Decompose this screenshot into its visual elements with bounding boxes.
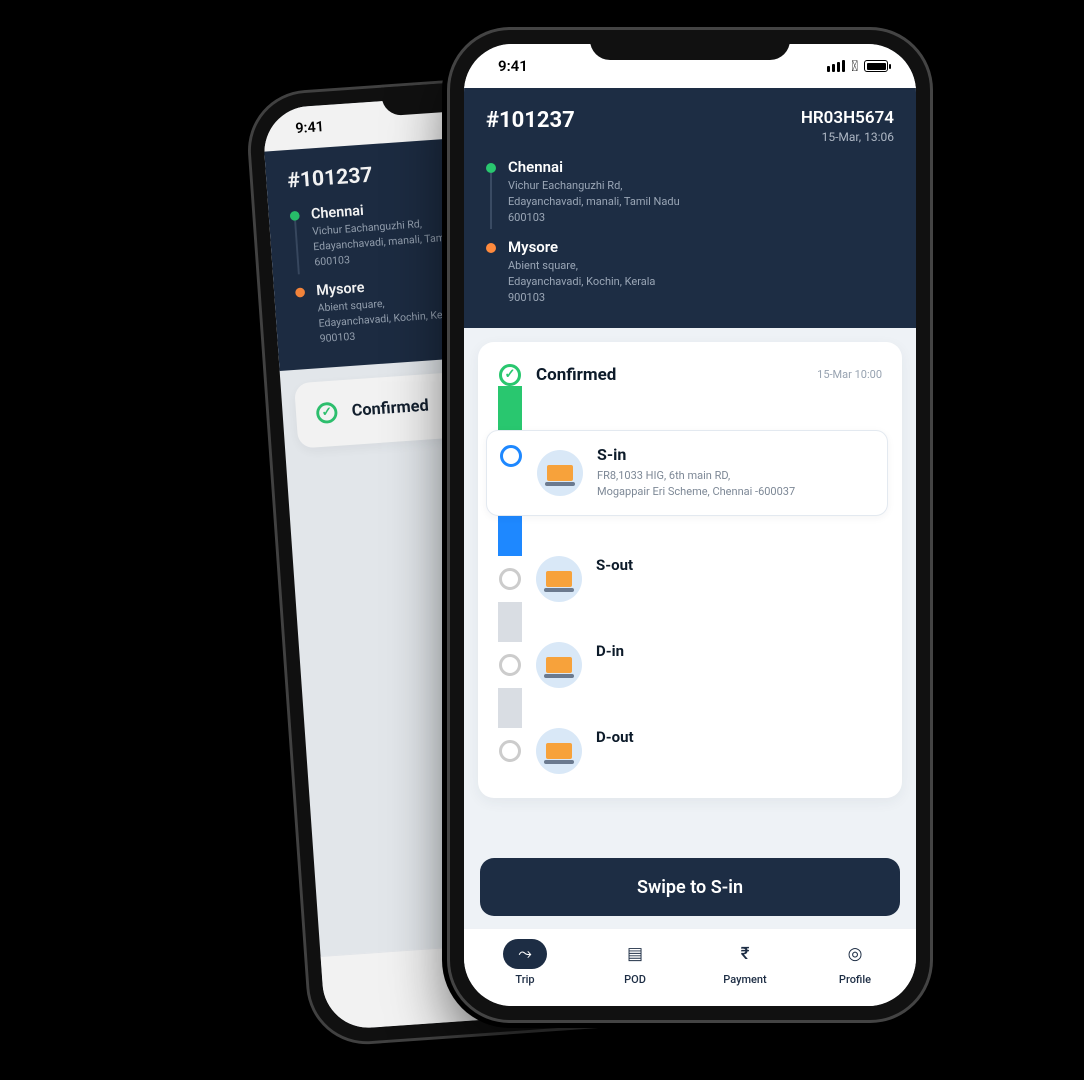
phone-notch	[590, 30, 790, 60]
origin-city: Chennai	[508, 158, 680, 176]
swipe-button[interactable]: Swipe to S-in	[480, 858, 900, 916]
origin-dot-icon	[486, 163, 496, 173]
rail-line	[498, 602, 522, 642]
rail-line	[498, 386, 522, 430]
vehicle-number: HR03H5674	[801, 108, 894, 128]
step-d-in-title: D-in	[596, 642, 624, 660]
check-icon	[499, 364, 521, 386]
nav-profile[interactable]: ◎ Profile	[833, 939, 877, 986]
nav-payment[interactable]: ₹ Payment	[723, 939, 767, 986]
bottom-nav: ⤳ Trip ▤ POD ₹ Payment ◎ Profile	[464, 928, 916, 1006]
rail-line	[498, 516, 522, 556]
destination-city: Mysore	[508, 238, 655, 256]
trip-id: #101237	[486, 108, 575, 133]
nav-trip-label: Trip	[515, 973, 534, 986]
step-marker-icon	[499, 654, 521, 676]
nav-pod-label: POD	[624, 973, 646, 986]
step-s-out: S-out	[498, 556, 882, 602]
nav-trip[interactable]: ⤳ Trip	[503, 939, 547, 986]
check-icon	[316, 401, 339, 424]
truck-icon	[537, 450, 583, 496]
step-d-in: D-in	[498, 642, 882, 688]
route-icon: ⤳	[503, 939, 547, 969]
trip-header: #101237 HR03H5674 15-Mar, 13:06 Chennai …	[464, 88, 916, 328]
battery-icon	[864, 60, 888, 72]
step-marker-icon	[499, 568, 521, 590]
nav-pod[interactable]: ▤ POD	[613, 939, 657, 986]
trip-timestamp: 15-Mar, 13:06	[801, 130, 894, 144]
signal-icon	[827, 60, 845, 72]
truck-icon	[536, 728, 582, 774]
trip-id: #101237	[287, 163, 374, 193]
profile-icon: ◎	[833, 939, 877, 969]
origin-address: Vichur Eachanguzhi Rd, Edayanchavadi, ma…	[508, 178, 680, 226]
truck-icon	[536, 556, 582, 602]
document-icon: ▤	[613, 939, 657, 969]
wifi-icon: 􀙇	[851, 57, 858, 75]
destination-stop: Mysore Abient square, Edayanchavadi, Koc…	[486, 238, 894, 306]
trip-progress-content: Confirmed 15-Mar 10:00 S-in	[464, 328, 916, 840]
rupee-icon: ₹	[723, 939, 767, 969]
step-d-out: D-out	[498, 728, 882, 774]
progress-card: Confirmed 15-Mar 10:00 S-in	[478, 342, 902, 798]
route-summary: Chennai Vichur Eachanguzhi Rd, Edayancha…	[486, 158, 894, 306]
step-marker-icon	[500, 445, 522, 467]
phone-mockup-front: 9:41 􀙇 #101237 HR03H5674 15-Mar, 13:06	[450, 30, 930, 1020]
status-time: 9:41	[295, 118, 325, 137]
status-time: 9:41	[498, 57, 528, 75]
step-confirmed: Confirmed 15-Mar 10:00	[498, 364, 882, 386]
origin-dot-icon	[290, 211, 300, 221]
step-s-in-address: FR8,1033 HIG, 6th main RD, Mogappair Eri…	[597, 468, 875, 501]
nav-profile-label: Profile	[839, 973, 871, 986]
step-confirmed-title: Confirmed	[536, 365, 616, 385]
step-confirmed-time: 15-Mar 10:00	[817, 368, 882, 381]
step-s-out-title: S-out	[596, 556, 633, 574]
destination-address: Abient square, Edayanchavadi, Kochin, Ke…	[508, 258, 655, 306]
swipe-button-label: Swipe to S-in	[637, 877, 743, 898]
origin-stop: Chennai Vichur Eachanguzhi Rd, Edayancha…	[486, 158, 894, 226]
step-s-in[interactable]: S-in FR8,1033 HIG, 6th main RD, Mogappai…	[486, 430, 888, 516]
destination-dot-icon	[295, 287, 305, 297]
truck-icon	[536, 642, 582, 688]
step-marker-icon	[499, 740, 521, 762]
nav-payment-label: Payment	[723, 973, 766, 986]
rail-line	[498, 688, 522, 728]
destination-dot-icon	[486, 243, 496, 253]
destination-address: Abient square, Edayanchavadi, Kochin, Ke…	[317, 291, 461, 347]
step-s-in-title: S-in	[597, 445, 875, 464]
step-d-out-title: D-out	[596, 728, 634, 746]
